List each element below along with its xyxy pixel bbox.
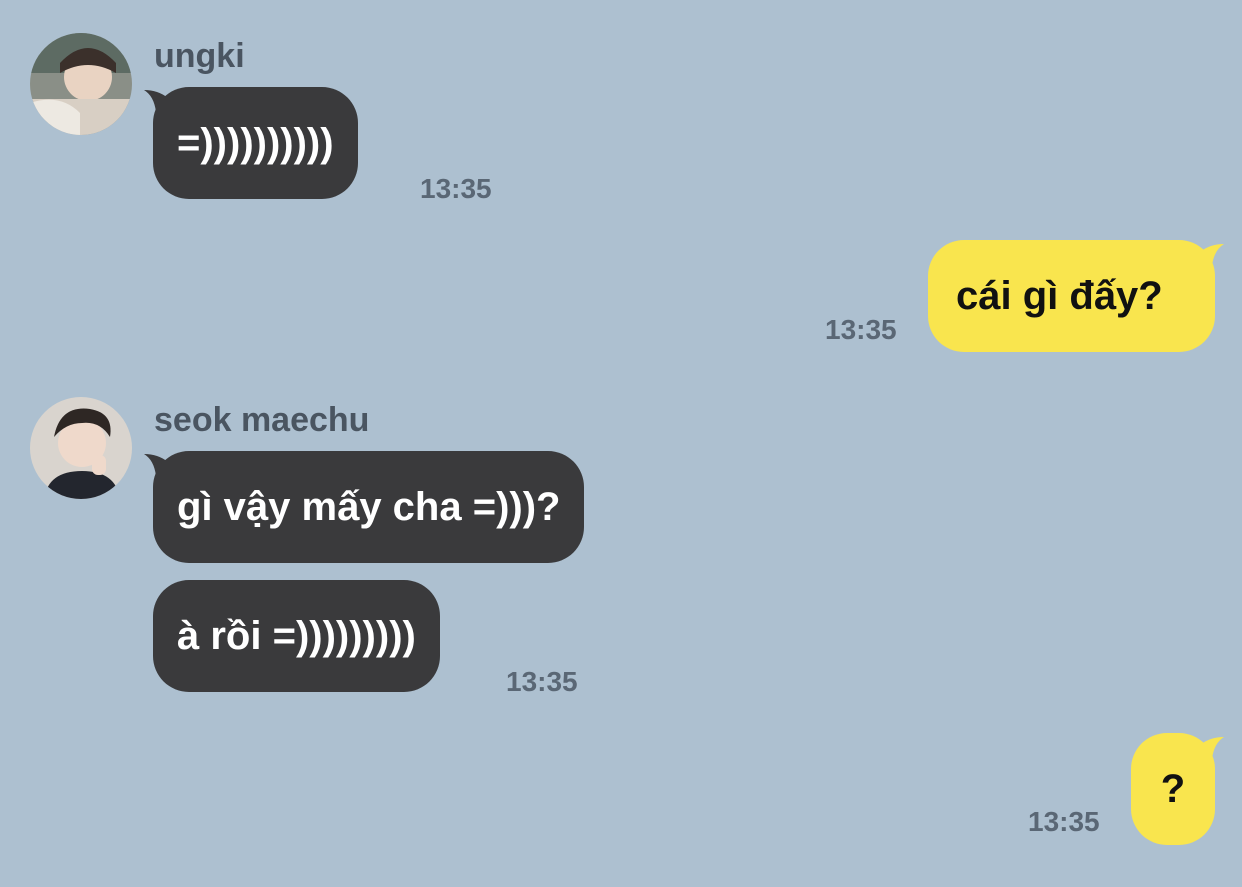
message-timestamp: 13:35 xyxy=(506,666,578,697)
avatar-seok-maechu-image xyxy=(30,397,132,499)
sender-name: seok maechu xyxy=(154,401,370,439)
avatar-seok-maechu[interactable] xyxy=(30,397,132,499)
bubble-tail xyxy=(1198,242,1224,266)
message-timestamp: 13:35 xyxy=(1028,806,1100,837)
message-bubble-incoming[interactable]: gì vậy mấy cha =)))? xyxy=(153,451,585,563)
message-text: gì vậy mấy cha =)))? xyxy=(177,484,561,529)
message-timestamp: 13:35 xyxy=(825,314,897,345)
message-text: =)))))))))) xyxy=(177,120,334,165)
bubble-tail xyxy=(1198,735,1224,759)
avatar-ungki-image xyxy=(30,33,132,135)
message-bubble-outgoing[interactable]: cái gì đấy? xyxy=(928,240,1215,352)
message-text: cái gì đấy? xyxy=(956,273,1163,318)
avatar-ungki[interactable] xyxy=(30,33,132,135)
sender-name: ungki xyxy=(154,37,245,75)
message-timestamp: 13:35 xyxy=(420,173,492,204)
message-text: ? xyxy=(1160,766,1186,811)
message-text: à rồi =))))))))) xyxy=(177,613,416,658)
message-bubble-incoming[interactable]: à rồi =))))))))) xyxy=(153,580,440,692)
message-bubble-incoming[interactable]: =)))))))))) xyxy=(153,87,358,199)
